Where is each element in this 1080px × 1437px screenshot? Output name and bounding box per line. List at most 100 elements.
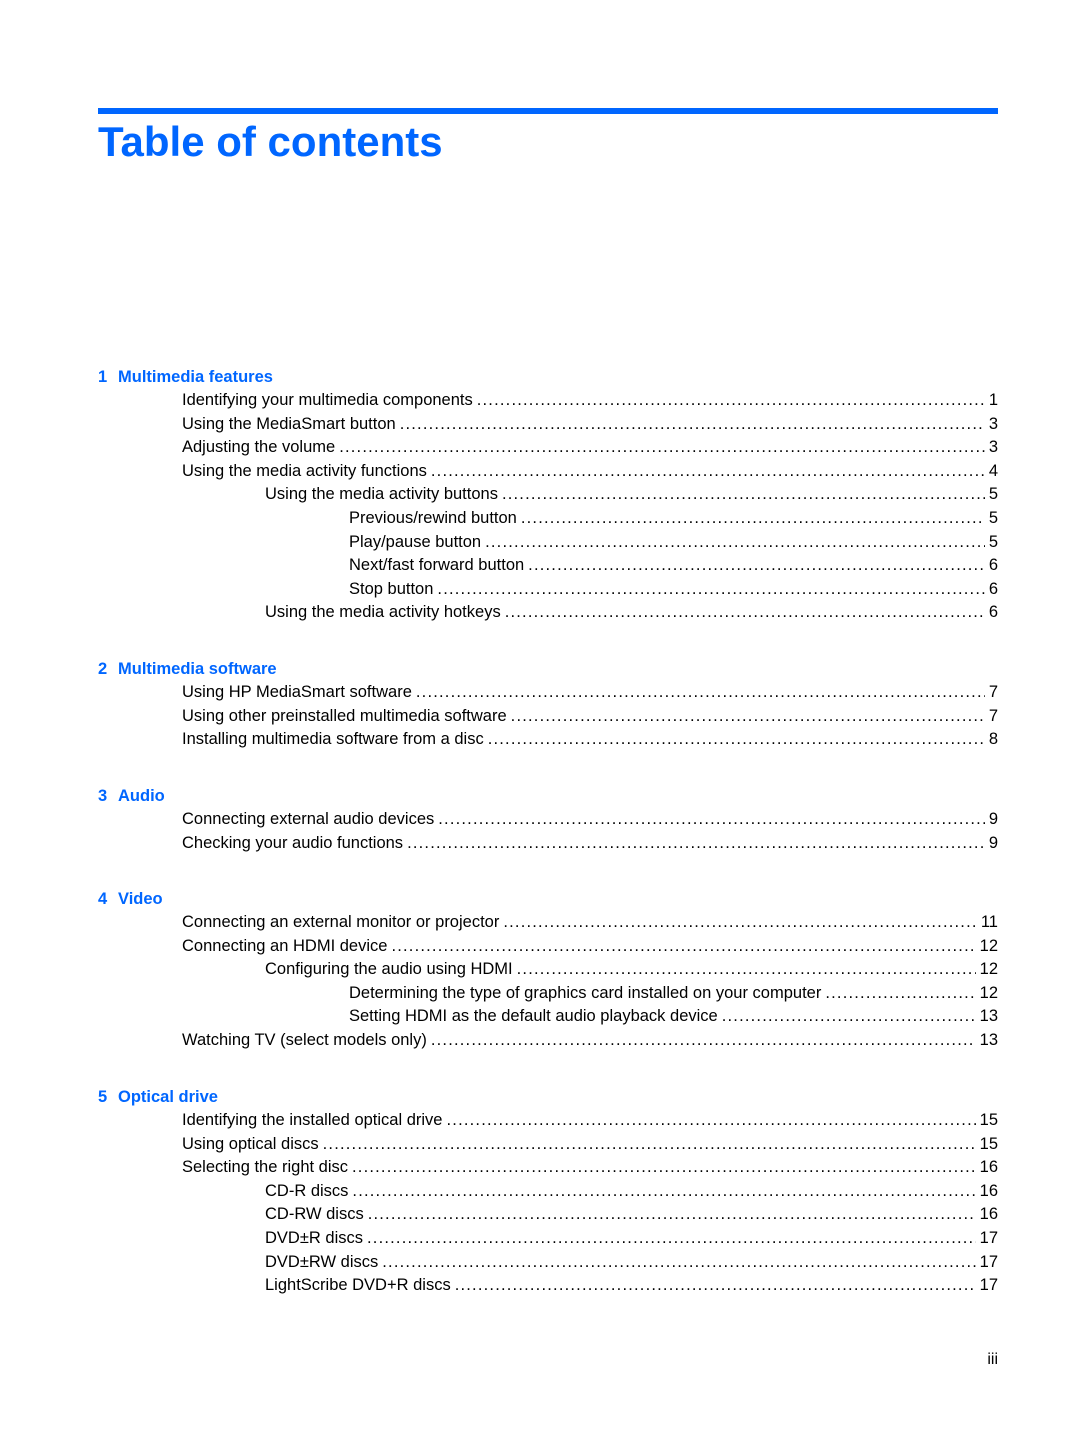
toc-entry[interactable]: DVD±R discs 17 xyxy=(98,1227,998,1251)
chapter-5: 5 Optical drive Identifying the installed… xyxy=(98,1085,998,1298)
toc-entry-page: 5 xyxy=(988,508,998,527)
toc-entry-page: 17 xyxy=(979,1228,998,1247)
dot-leader xyxy=(437,578,984,602)
toc-entry-label: DVD±RW discs xyxy=(265,1252,379,1271)
dot-leader xyxy=(455,1274,976,1298)
toc-entry-page: 11 xyxy=(980,913,998,931)
toc-entry-page: 12 xyxy=(979,936,998,955)
toc-entry-page: 13 xyxy=(979,1030,998,1049)
toc-entry[interactable]: Previous/rewind button 5 xyxy=(98,507,998,531)
toc-entry-page: 5 xyxy=(988,485,998,504)
chapter-title: Multimedia software xyxy=(118,660,277,678)
toc-entry-label: Setting HDMI as the default audio playba… xyxy=(349,1007,718,1026)
chapter-number: 1 xyxy=(98,368,108,386)
toc-entry-page: 16 xyxy=(979,1181,998,1200)
toc-entry-label: Using the media activity buttons xyxy=(265,485,498,504)
chapter-heading[interactable]: 5 Optical drive xyxy=(98,1085,998,1109)
toc-entry-label: Installing multimedia software from a di… xyxy=(182,730,484,749)
dot-leader xyxy=(485,531,985,555)
toc-entry[interactable]: Setting HDMI as the default audio playba… xyxy=(98,1005,998,1029)
toc-entry-page: 16 xyxy=(979,1158,998,1177)
chapter-heading[interactable]: 3 Audio xyxy=(98,784,998,808)
dot-leader xyxy=(502,483,985,507)
toc-entry-page: 6 xyxy=(988,603,998,622)
dot-leader xyxy=(391,935,975,959)
toc-entry-label: Connecting an HDMI device xyxy=(182,936,388,955)
dot-leader xyxy=(521,507,985,531)
toc-entry[interactable]: Using HP MediaSmart software 7 xyxy=(98,681,998,705)
toc-entry[interactable]: Identifying the installed optical drive 1… xyxy=(98,1109,998,1133)
toc-entry[interactable]: Using the MediaSmart button 3 xyxy=(98,413,998,437)
chapter-title: Optical drive xyxy=(118,1088,218,1106)
toc-entry-label: Adjusting the volume xyxy=(182,438,336,457)
dot-leader xyxy=(431,1029,976,1053)
toc-entry-label: Play/pause button xyxy=(349,532,482,551)
toc-entry[interactable]: Connecting an external monitor or projec… xyxy=(98,911,998,935)
toc-entry-label: Connecting an external monitor or projec… xyxy=(182,913,500,931)
toc-entry[interactable]: Selecting the right disc 16 xyxy=(98,1156,998,1180)
toc-entry-page: 3 xyxy=(988,438,998,457)
toc-entry[interactable]: DVD±RW discs 17 xyxy=(98,1251,998,1275)
toc-entry[interactable]: CD-RW discs 16 xyxy=(98,1203,998,1227)
dot-leader xyxy=(722,1005,976,1029)
chapter-number: 2 xyxy=(98,660,108,678)
toc-entry[interactable]: Adjusting the volume 3 xyxy=(98,436,998,460)
toc-entry-page: 3 xyxy=(988,414,998,433)
toc-entry-label: Determining the type of graphics card in… xyxy=(349,983,822,1002)
dot-leader xyxy=(505,601,985,625)
toc-entry-label: CD-R discs xyxy=(265,1181,349,1200)
dot-leader xyxy=(323,1133,976,1157)
toc-entry-page: 15 xyxy=(979,1111,998,1129)
chapter-heading[interactable]: 2 Multimedia software xyxy=(98,657,998,681)
chapter-number: 3 xyxy=(98,787,108,805)
dot-leader xyxy=(339,436,985,460)
toc-entry-page: 17 xyxy=(979,1252,998,1271)
toc-entry[interactable]: LightScribe DVD+R discs 17 xyxy=(98,1274,998,1298)
dot-leader xyxy=(431,460,985,484)
toc-entry-label: Connecting external audio devices xyxy=(182,810,435,828)
chapter-heading[interactable]: 1 Multimedia features xyxy=(98,365,998,389)
toc-entry[interactable]: Next/fast forward button 6 xyxy=(98,554,998,578)
page-number: iii xyxy=(987,1351,998,1368)
chapter-title: Video xyxy=(118,890,163,908)
dot-leader xyxy=(368,1203,976,1227)
toc-entry[interactable]: Using the media activity functions 4 xyxy=(98,460,998,484)
chapter-heading[interactable]: 4 Video xyxy=(98,887,998,911)
toc-entry[interactable]: Play/pause button 5 xyxy=(98,531,998,555)
toc-entry-page: 7 xyxy=(988,706,998,725)
toc-entry[interactable]: Identifying your multimedia components 1 xyxy=(98,389,998,413)
toc-entry-label: Previous/rewind button xyxy=(349,508,517,527)
dot-leader xyxy=(382,1251,975,1275)
toc-entry[interactable]: Using the media activity hotkeys 6 xyxy=(98,601,998,625)
dot-leader xyxy=(407,832,985,856)
toc-entry[interactable]: Using the media activity buttons 5 xyxy=(98,483,998,507)
toc-entry[interactable]: Connecting an HDMI device 12 xyxy=(98,935,998,959)
chapter-4: 4 Video Connecting an external monitor or… xyxy=(98,887,998,1053)
toc-entry-page: 15 xyxy=(979,1134,998,1153)
toc-entry[interactable]: Determining the type of graphics card in… xyxy=(98,982,998,1006)
chapter-3: 3 Audio Connecting external audio devices… xyxy=(98,784,998,855)
dot-leader xyxy=(503,911,977,935)
dot-leader xyxy=(511,705,985,729)
toc-entry[interactable]: CD-R discs 16 xyxy=(98,1180,998,1204)
toc-entry[interactable]: Configuring the audio using HDMI 12 xyxy=(98,958,998,982)
toc-entry[interactable]: Using other preinstalled multimedia soft… xyxy=(98,705,998,729)
chapter-number: 5 xyxy=(98,1088,108,1106)
dot-leader xyxy=(528,554,985,578)
toc-entry[interactable]: Watching TV (select models only) 13 xyxy=(98,1029,998,1053)
toc-entry-page: 12 xyxy=(979,960,998,979)
toc-entry[interactable]: Using optical discs 15 xyxy=(98,1133,998,1157)
toc-entry[interactable]: Stop button 6 xyxy=(98,578,998,602)
toc-entry-label: Next/fast forward button xyxy=(349,556,525,575)
title-rule xyxy=(98,108,998,114)
toc-entry[interactable]: Checking your audio functions 9 xyxy=(98,832,998,856)
chapter-title: Audio xyxy=(118,787,165,805)
dot-leader xyxy=(367,1227,976,1251)
toc-entry-page: 6 xyxy=(988,556,998,575)
dot-leader xyxy=(352,1180,975,1204)
dot-leader xyxy=(517,958,976,982)
toc-entry-page: 7 xyxy=(988,683,998,701)
toc-entry[interactable]: Connecting external audio devices 9 xyxy=(98,808,998,832)
toc-entry-label: Using the media activity hotkeys xyxy=(265,603,501,622)
toc-entry[interactable]: Installing multimedia software from a di… xyxy=(98,728,998,752)
